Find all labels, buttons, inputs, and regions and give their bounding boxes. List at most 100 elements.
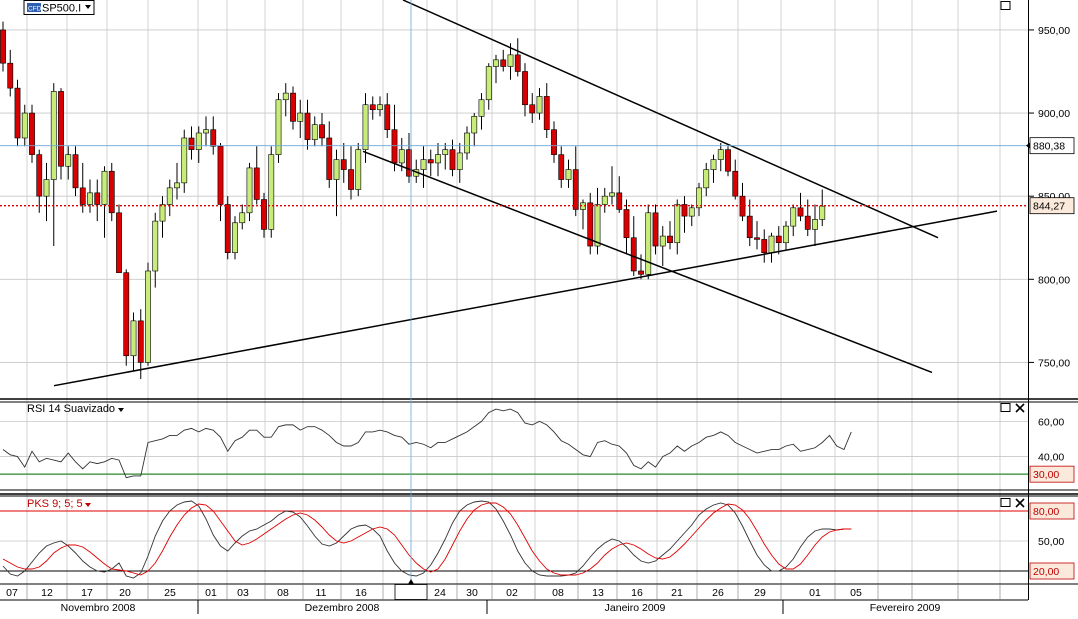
candle-body <box>522 71 528 106</box>
y-tick-label: 750,00 <box>1038 357 1070 369</box>
candle-body <box>72 154 79 189</box>
candle-body <box>558 154 565 180</box>
day-label: 26 <box>712 587 724 599</box>
candle-body <box>594 204 601 247</box>
candle-body <box>696 187 702 209</box>
rsi-tick-label: 40,00 <box>1038 452 1064 464</box>
day-label: 20 <box>119 587 131 599</box>
symbol-label: SP500.I <box>42 3 81 15</box>
candle-body <box>174 182 180 189</box>
candle-body <box>652 212 659 247</box>
rsi-title: RSI 14 Suavizado <box>27 403 115 415</box>
candle-body <box>275 99 282 155</box>
candle-body <box>65 154 72 167</box>
rsi-tick-label: 60,00 <box>1038 416 1064 428</box>
candle-body <box>36 154 43 197</box>
trendline[interactable] <box>362 150 933 374</box>
candle-body <box>442 149 449 155</box>
candle-body <box>130 320 137 357</box>
day-label: 30 <box>466 587 478 599</box>
candle-body <box>290 92 296 122</box>
candle-body <box>311 124 318 140</box>
dropdown-arrow-icon[interactable] <box>85 503 91 507</box>
candle-body <box>340 159 347 170</box>
candle-body <box>543 96 550 130</box>
day-label: 16 <box>631 587 643 599</box>
dropdown-arrow-icon[interactable] <box>118 408 124 412</box>
candle-body <box>253 167 260 200</box>
candle-body <box>790 207 797 227</box>
day-label: 12 <box>41 587 53 599</box>
candle-body <box>768 235 775 253</box>
candle-body <box>268 154 275 230</box>
candle-body <box>181 137 188 184</box>
candle-body <box>108 170 115 214</box>
trendlines-group[interactable] <box>53 0 998 387</box>
candle-body <box>630 237 637 272</box>
day-label: 08 <box>277 587 289 599</box>
y-tick-label: 950,00 <box>1038 25 1070 37</box>
candle-body <box>369 104 376 111</box>
candle-body <box>493 59 499 67</box>
candle-body <box>377 104 383 111</box>
candle-body <box>536 96 543 114</box>
day-label: 08 <box>552 587 564 599</box>
candle-body <box>464 132 470 154</box>
candle-body <box>645 212 652 275</box>
pks-title: PKS 9; 5; 5 <box>27 498 83 510</box>
candle-body <box>659 235 666 247</box>
symbol-selector[interactable]: CFD SP500.I <box>23 0 95 15</box>
candle-body <box>775 235 782 244</box>
candle-body <box>217 146 224 205</box>
chart-canvas[interactable]: 30,00 80,0020,00 750,00800,00850,00900,0… <box>0 0 1078 619</box>
candle-body <box>137 320 144 363</box>
candle-body <box>58 91 64 167</box>
candle-body <box>14 87 21 139</box>
candle-body <box>384 104 391 130</box>
candle-body <box>210 129 217 147</box>
day-label: 01 <box>205 587 217 599</box>
close-icon[interactable] <box>1015 403 1025 413</box>
maximize-icon[interactable] <box>1000 1 1011 10</box>
candle-body <box>529 104 536 114</box>
candle-body <box>159 204 166 222</box>
candle-body <box>152 220 159 272</box>
last-price-label: 844,27 <box>1033 201 1065 213</box>
candle-body <box>0 29 6 64</box>
candle-body <box>261 199 267 230</box>
candle-body <box>456 152 463 170</box>
candle-body <box>87 192 93 205</box>
candle-body <box>7 62 14 89</box>
y-tick-label: 900,00 <box>1038 108 1070 120</box>
trendline[interactable] <box>402 0 939 239</box>
candle-body <box>609 192 615 197</box>
candle-body <box>725 149 731 172</box>
candle-body <box>319 124 325 139</box>
candle-body <box>732 170 739 197</box>
candle-body <box>297 112 304 122</box>
candle-body <box>623 209 630 239</box>
price-pane[interactable] <box>0 0 998 387</box>
pks-lower-label: 20,00 <box>1033 566 1059 578</box>
month-label: Janeiro 2009 <box>605 602 666 614</box>
trendline[interactable] <box>53 210 998 387</box>
candle-body <box>203 129 209 134</box>
maximize-icon[interactable] <box>1000 498 1011 507</box>
candle-body <box>674 204 681 244</box>
candle-body <box>427 159 434 164</box>
day-label: 11 <box>316 587 327 599</box>
candle-body <box>507 54 514 67</box>
day-label: 24 <box>434 587 446 599</box>
candle-body <box>797 207 804 217</box>
crosshair: 880,38 <box>0 0 1075 600</box>
candle-body <box>471 116 478 134</box>
day-label: 17 <box>81 587 93 599</box>
maximize-icon[interactable] <box>1000 403 1011 412</box>
pks-pane[interactable]: 80,00 20,00 <box>0 500 1075 580</box>
candle-body <box>391 129 398 164</box>
candle-body <box>348 169 354 190</box>
candle-body <box>355 149 362 190</box>
close-icon[interactable] <box>1015 498 1025 508</box>
rsi-pane[interactable]: 30,00 <box>0 408 1075 483</box>
candle-body <box>398 149 405 164</box>
